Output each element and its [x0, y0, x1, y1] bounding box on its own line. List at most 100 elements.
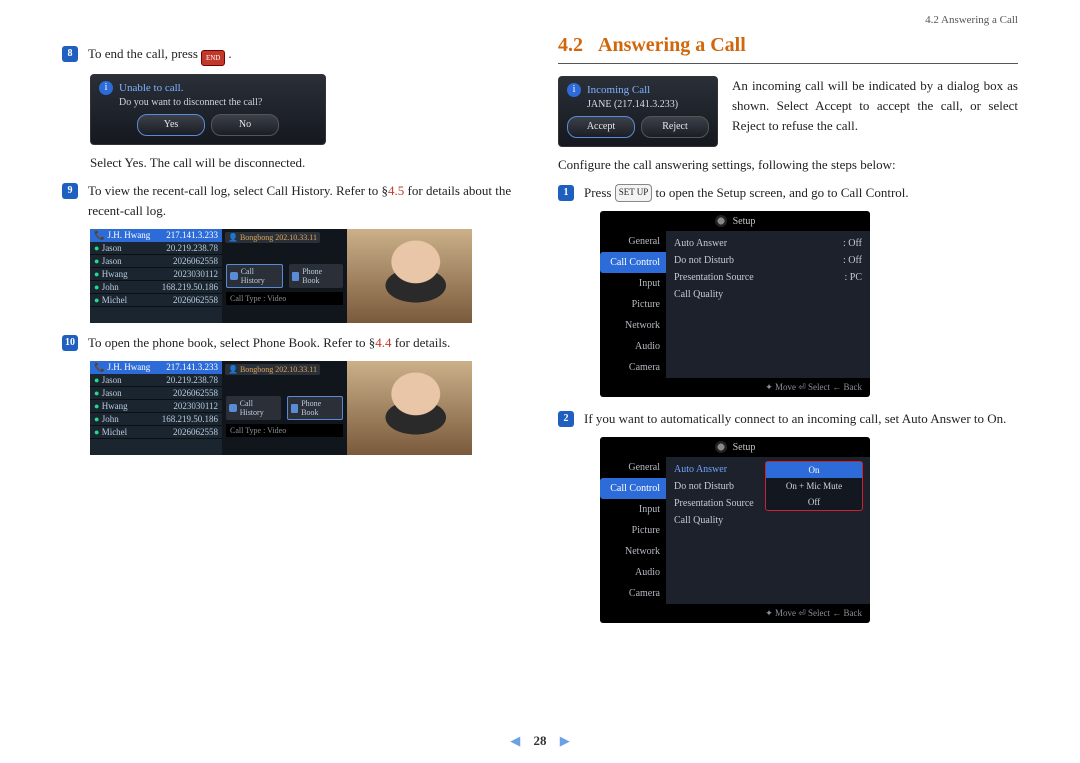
step-number: 8: [62, 46, 78, 62]
step-number: 1: [558, 185, 574, 201]
opt-auto-answer[interactable]: Auto Answer: Off: [674, 235, 862, 252]
disconnect-dialog: i Unable to call. Do you want to disconn…: [90, 74, 326, 145]
call-history-button[interactable]: Call History: [226, 396, 281, 420]
list-item: ● Jason20.219.238.78: [90, 374, 222, 387]
incoming-call-dialog: i Incoming Call JANE (217.141.3.233) Acc…: [558, 76, 718, 147]
heading-rule: [558, 63, 1018, 64]
info-icon: i: [567, 83, 581, 97]
menu-call-control[interactable]: Call Control: [600, 252, 666, 273]
popup-option-on[interactable]: On: [766, 462, 862, 478]
menu-camera[interactable]: Camera: [600, 357, 666, 378]
list-item: ● Michel2026062558: [90, 426, 222, 439]
history-icon: [230, 272, 238, 280]
opt-dnd[interactable]: Do not Disturb: Off: [674, 252, 862, 269]
reject-button[interactable]: Reject: [641, 116, 709, 138]
step-number: 10: [62, 335, 78, 351]
prev-page-icon[interactable]: ◀: [510, 733, 520, 748]
setup-screen-1: Setup General Call Control Input Picture…: [600, 211, 870, 397]
xref-link[interactable]: 4.5: [388, 183, 404, 198]
list-item: ● Michel2026062558: [90, 294, 222, 307]
menu-general[interactable]: General: [600, 457, 666, 478]
dialog-title-row: i Unable to call.: [99, 81, 317, 95]
step-8-after: Select Yes. The call will be disconnecte…: [90, 155, 522, 171]
gear-icon: [715, 215, 727, 227]
step-text: To view the recent-call log, select Call…: [88, 181, 522, 221]
setup-footer-hints: ✦ Move ⏎ Select ← Back: [600, 378, 870, 397]
incoming-description: An incoming call will be indicated by a …: [732, 76, 1018, 147]
section-heading: 4.2 Answering a Call: [558, 34, 1018, 57]
call-list: 📞 J.H. Hwang 217.141.3.233 ● Jason20.219…: [90, 229, 222, 323]
list-item: ● Jason20.219.238.78: [90, 242, 222, 255]
call-type-label: Call Type : Video: [226, 292, 343, 305]
phone-book-screenshot: 📞 J.H. Hwang 217.141.3.233 ● Jason20.219…: [90, 361, 472, 455]
config-intro: Configure the call answering settings, f…: [558, 157, 1018, 173]
phonebook-icon: [291, 404, 299, 413]
menu-camera[interactable]: Camera: [600, 583, 666, 604]
accept-button[interactable]: Accept: [567, 116, 635, 138]
menu-general[interactable]: General: [600, 231, 666, 252]
step-text: Press SET UP to open the Setup screen, a…: [584, 183, 909, 203]
menu-network[interactable]: Network: [600, 315, 666, 336]
call-type-label: Call Type : Video: [226, 424, 343, 437]
step-text: If you want to automatically connect to …: [584, 409, 1006, 429]
step-text: To open the phone book, select Phone Boo…: [88, 333, 450, 353]
gear-icon: [715, 441, 727, 453]
setup-footer-hints: ✦ Move ⏎ Select ← Back: [600, 604, 870, 623]
opt-call-quality[interactable]: Call Quality: [674, 286, 862, 303]
menu-network[interactable]: Network: [600, 541, 666, 562]
list-item: ● Jason2026062558: [90, 387, 222, 400]
info-icon: i: [99, 81, 113, 95]
menu-picture[interactable]: Picture: [600, 520, 666, 541]
menu-picture[interactable]: Picture: [600, 294, 666, 315]
menu-input[interactable]: Input: [600, 273, 666, 294]
popup-option-on-mute[interactable]: On + Mic Mute: [766, 478, 862, 494]
call-list-header: 📞 J.H. Hwang 217.141.3.233: [90, 229, 222, 242]
step-8: 8 To end the call, press END .: [62, 44, 522, 66]
list-item: ● Hwang2023030112: [90, 268, 222, 281]
page-number: 28: [534, 733, 547, 748]
setup-menu: General Call Control Input Picture Netwo…: [600, 457, 666, 604]
call-history-screenshot: 📞 J.H. Hwang 217.141.3.233 ● Jason20.219…: [90, 229, 472, 323]
dialog-message: Do you want to disconnect the call?: [119, 97, 317, 108]
step-text: To end the call, press END .: [88, 44, 232, 66]
video-preview: [347, 229, 472, 323]
call-history-button[interactable]: Call History: [226, 264, 283, 288]
step-10: 10 To open the phone book, select Phone …: [62, 333, 522, 353]
opt-call-quality[interactable]: Call Quality: [674, 512, 862, 529]
list-item: ● John168.219.50.186: [90, 281, 222, 294]
xref-link[interactable]: 4.4: [375, 335, 391, 350]
list-item: ● Jason2026062558: [90, 255, 222, 268]
caller-id: JANE (217.141.3.233): [587, 99, 709, 110]
page-footer: ◀ 28 ▶: [0, 733, 1080, 749]
call-list-header: 📞 J.H. Hwang 217.141.3.233: [90, 361, 222, 374]
popup-option-off[interactable]: Off: [766, 494, 862, 510]
setup-key-icon: SET UP: [615, 184, 653, 202]
setup-titlebar: Setup: [600, 211, 870, 231]
setup-options: Auto Answer: Off Do not Disturb: Off Pre…: [666, 231, 870, 378]
yes-button[interactable]: Yes: [137, 114, 205, 136]
step-9: 9 To view the recent-call log, select Ca…: [62, 181, 522, 221]
setup-titlebar: Setup: [600, 437, 870, 457]
portrait-image: [347, 361, 472, 455]
phone-book-button[interactable]: Phone Book: [287, 396, 344, 420]
step-number: 9: [62, 183, 78, 199]
no-button[interactable]: No: [211, 114, 279, 136]
dialog-title: Incoming Call: [587, 84, 650, 96]
list-item: ● Hwang2023030112: [90, 400, 222, 413]
menu-input[interactable]: Input: [600, 499, 666, 520]
setup-options: Auto Answer Do not Disturb Presentation …: [666, 457, 870, 604]
history-icon: [229, 404, 237, 412]
menu-call-control[interactable]: Call Control: [600, 478, 666, 499]
call-detail-pane: 👤 Bongbong 202.10.33.11 Call History Pho…: [222, 361, 347, 455]
call-list: 📞 J.H. Hwang 217.141.3.233 ● Jason20.219…: [90, 361, 222, 455]
menu-audio[interactable]: Audio: [600, 562, 666, 583]
next-page-icon[interactable]: ▶: [560, 733, 570, 748]
end-key-icon: END: [201, 50, 225, 66]
phone-book-button[interactable]: Phone Book: [289, 264, 344, 288]
step-1: 1 Press SET UP to open the Setup screen,…: [558, 183, 1018, 203]
opt-presentation-source[interactable]: Presentation Source: PC: [674, 269, 862, 286]
menu-audio[interactable]: Audio: [600, 336, 666, 357]
portrait-image: [347, 229, 472, 323]
auto-answer-popup: On On + Mic Mute Off: [765, 461, 863, 511]
setup-menu: General Call Control Input Picture Netwo…: [600, 231, 666, 378]
